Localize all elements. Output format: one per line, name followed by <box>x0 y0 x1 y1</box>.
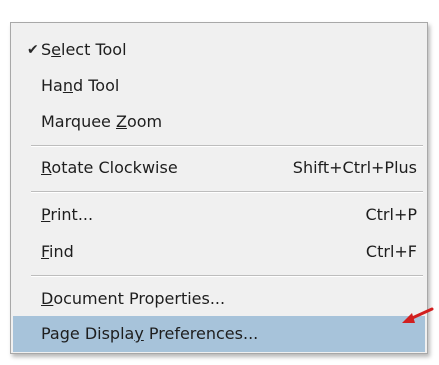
menu-separator <box>31 145 423 147</box>
menu-item-label: Print... <box>41 205 94 224</box>
menu-separator <box>31 275 423 277</box>
menu-item-select-tool[interactable]: ✔ Select Tool <box>13 32 425 68</box>
menu-separator <box>31 191 423 193</box>
menu-item-label: Rotate Clockwise <box>41 158 178 177</box>
menu-item-rotate-clockwise[interactable]: Rotate Clockwise Shift+Ctrl+Plus <box>13 150 425 186</box>
checkmark-icon: ✔ <box>27 42 39 58</box>
menu-item-hand-tool[interactable]: Hand Tool <box>13 68 425 104</box>
red-arrow-icon <box>402 307 434 323</box>
menu-item-print[interactable]: Print... Ctrl+P <box>13 197 425 233</box>
menu-item-document-properties[interactable]: Document Properties... <box>13 281 425 317</box>
menu-item-shortcut: Shift+Ctrl+Plus <box>292 158 417 177</box>
context-menu: ✔ Select Tool Hand Tool Marquee Zoom Rot… <box>10 22 428 354</box>
screenshot-canvas: ✔ Select Tool Hand Tool Marquee Zoom Rot… <box>0 0 439 365</box>
menu-item-label: Find <box>41 242 74 261</box>
menu-item-find[interactable]: Find Ctrl+F <box>13 234 425 270</box>
menu-item-shortcut: Ctrl+F <box>365 242 417 261</box>
menu-item-label: Hand Tool <box>41 76 120 95</box>
menu-item-label: Document Properties... <box>41 289 226 308</box>
menu-item-label: Page Display Preferences... <box>41 324 259 343</box>
menu-item-marquee-zoom[interactable]: Marquee Zoom <box>13 104 425 140</box>
menu-item-label: Select Tool <box>41 40 127 59</box>
menu-item-label: Marquee Zoom <box>41 112 163 131</box>
menu-item-page-display-preferences[interactable]: Page Display Preferences... <box>13 316 425 352</box>
menu-item-shortcut: Ctrl+P <box>365 205 417 224</box>
